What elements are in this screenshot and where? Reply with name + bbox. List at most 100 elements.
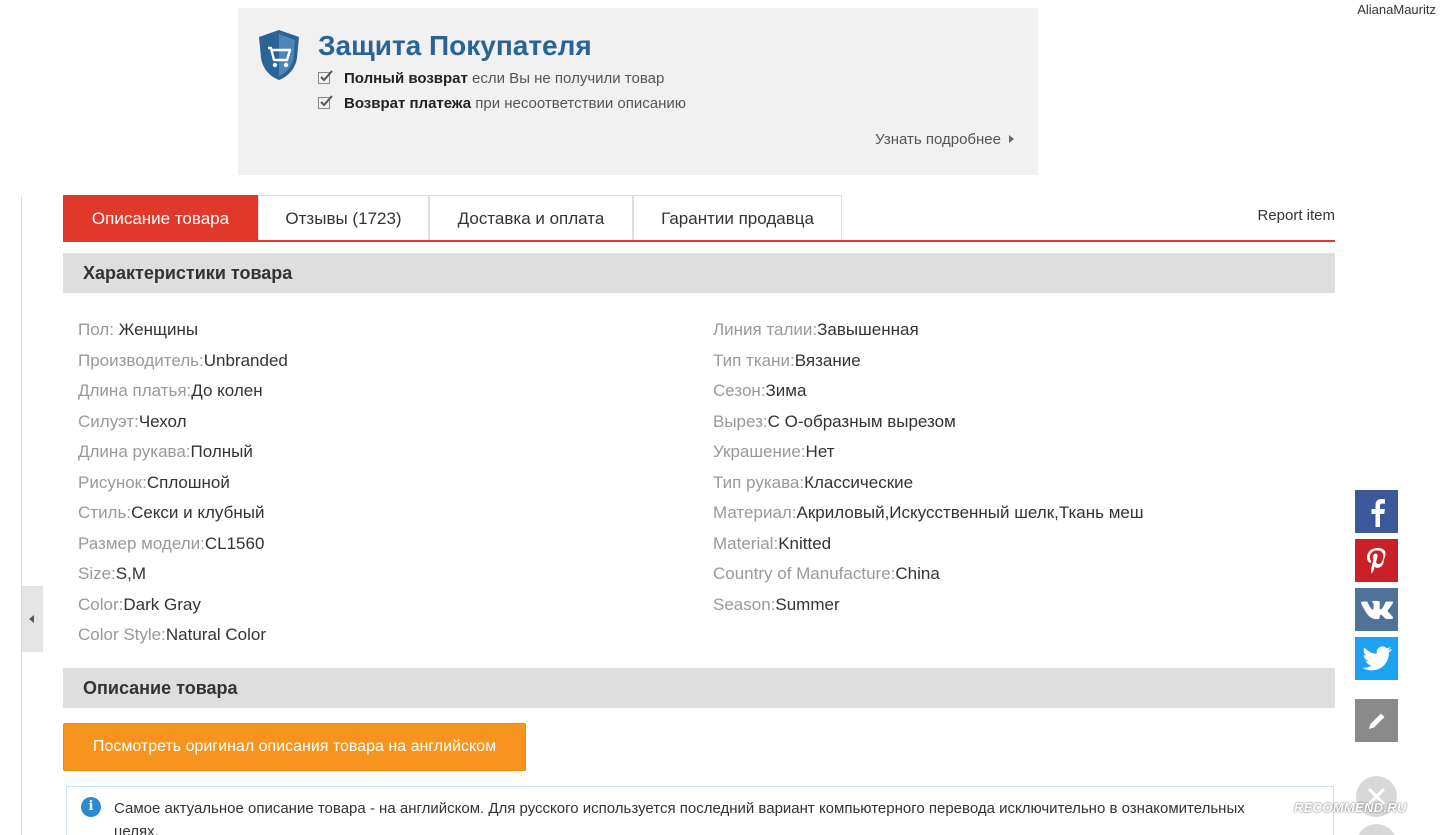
spec-value: Knitted: [778, 533, 832, 553]
info-icon: i: [81, 797, 101, 817]
spec-row: Тип рукава:Классические: [713, 471, 1144, 502]
learn-more-label: Узнать подробнее: [875, 131, 1001, 148]
watermark-text: RECOMMEND.RU: [1294, 800, 1407, 815]
spec-value: Natural Color: [165, 625, 267, 644]
spec-value: Зима: [765, 381, 807, 400]
learn-more-link[interactable]: Узнать подробнее: [875, 131, 1014, 148]
spec-row: Тип ткани:Вязание: [713, 349, 1144, 380]
spec-value: Summer: [775, 594, 840, 614]
spec-value: China: [895, 564, 940, 583]
spec-key: Вырез:: [713, 411, 768, 431]
arrow-right-icon: [1009, 135, 1014, 143]
spec-row: Длина рукава:Полный: [78, 440, 288, 471]
spec-value: Нет: [805, 442, 835, 461]
shield-cart-icon: [259, 30, 299, 80]
protection-line-refund-text: если Вы не получили товар: [467, 70, 665, 87]
spec-row: Сезон:Зима: [713, 379, 1144, 410]
spec-key: Размер модели:: [78, 533, 205, 553]
tab-reviews[interactable]: Отзывы (1723): [258, 195, 429, 240]
spec-key: Пол:: [78, 320, 119, 339]
protection-line-refund-bold: Полный возврат: [344, 70, 468, 87]
protection-line-chargeback-text: при несоответствии описанию: [471, 95, 686, 112]
spec-row: Вырез:С О-образным вырезом: [713, 410, 1144, 441]
spec-key: Country of Manufacture:: [713, 564, 896, 583]
facebook-share-button[interactable]: [1355, 490, 1398, 533]
spec-value: Акриловый,Искусственный шелк,Ткань меш: [796, 503, 1144, 522]
spec-key: Стиль:: [78, 503, 132, 522]
specs-left-column: Пол: Женщины Производитель:Unbranded Дли…: [78, 318, 288, 654]
vk-share-button[interactable]: [1355, 588, 1398, 631]
spec-row: Линия талии:Завышенная: [713, 318, 1144, 349]
protection-line-refund: Полный возврат если Вы не получили товар: [318, 70, 664, 87]
protection-line-chargeback-bold: Возврат платежа: [344, 95, 472, 112]
spec-value: Полный: [190, 442, 253, 461]
spec-row: Season:Summer: [713, 593, 1144, 624]
tab-seller-guarantees[interactable]: Гарантии продавца: [633, 195, 842, 240]
left-panel-edge: [0, 195, 22, 835]
spec-value: Завышенная: [817, 320, 919, 339]
tab-description[interactable]: Описание товара: [63, 195, 258, 240]
translation-notice: i Самое актуальное описание товара - на …: [66, 786, 1334, 835]
spec-value: До колен: [191, 381, 263, 400]
spec-key: Сезон:: [713, 381, 766, 400]
collapse-panel-button[interactable]: [22, 586, 43, 652]
spec-key: Color Style:: [78, 625, 166, 644]
spec-row: Пол: Женщины: [78, 318, 288, 349]
spec-value: Чехол: [138, 411, 187, 431]
spec-key: Material:: [713, 533, 779, 553]
checkbox-checked-icon: [318, 70, 333, 84]
spec-key: Длина рукава:: [78, 442, 191, 461]
spec-key: Длина платья:: [78, 381, 192, 400]
twitter-share-button[interactable]: [1355, 637, 1398, 680]
protection-line-chargeback: Возврат платежа при несоответствии описа…: [318, 95, 686, 112]
twitter-icon: [1362, 645, 1392, 670]
pinterest-icon: [1366, 547, 1386, 573]
spec-row: Длина платья:До колен: [78, 379, 288, 410]
spec-row: Силуэт:Чехол: [78, 410, 288, 441]
spec-key: Size:: [78, 564, 116, 583]
tab-shipping-payment[interactable]: Доставка и оплата: [429, 195, 633, 240]
spec-value: Классические: [804, 472, 914, 492]
spec-row: Стиль:Секси и клубный: [78, 501, 288, 532]
specs-heading: Характеристики товара: [63, 253, 1335, 293]
specs-right-column: Линия талии:Завышенная Тип ткани:Вязание…: [713, 318, 1144, 623]
spec-value: Dark Gray: [123, 594, 201, 614]
spec-row: Country of Manufacture:China: [713, 562, 1144, 593]
spec-key: Материал:: [713, 503, 797, 522]
spec-key: Линия талии:: [713, 320, 818, 339]
spec-row: Color:Dark Gray: [78, 593, 288, 624]
checkbox-checked-icon: [318, 95, 333, 109]
spec-key: Рисунок:: [78, 472, 147, 492]
view-original-description-button[interactable]: Посмотреть оригинал описания товара на а…: [63, 723, 526, 771]
spec-value: Unbranded: [203, 350, 288, 370]
protection-title: Защита Покупателя: [318, 30, 592, 61]
spec-value: CL1560: [204, 533, 265, 553]
report-item-link[interactable]: Report item: [1257, 207, 1335, 224]
spec-value: Секси и клубный: [131, 503, 265, 522]
facebook-icon: [1371, 498, 1385, 527]
spec-key: Тип рукава:: [713, 472, 805, 492]
spec-key: Тип ткани:: [713, 350, 795, 370]
spec-value: С О-образным вырезом: [767, 411, 956, 431]
username[interactable]: AlianaMauritz: [1357, 2, 1436, 17]
spec-row: Производитель:Unbranded: [78, 349, 288, 380]
spec-row: Material:Knitted: [713, 532, 1144, 563]
spec-key: Производитель:: [78, 350, 204, 370]
spec-key: Color:: [78, 594, 124, 614]
round-button[interactable]: [1356, 824, 1397, 835]
spec-row: Материал:Акриловый,Искусственный шелк,Тк…: [713, 501, 1144, 532]
spec-row: Рисунок:Сплошной: [78, 471, 288, 502]
spec-value: Женщины: [118, 320, 199, 339]
translation-notice-text: Самое актуальное описание товара - на ан…: [114, 800, 1245, 835]
spec-row: Size:S,M: [78, 562, 288, 593]
buyer-protection-panel: Защита Покупателя Полный возврат если Вы…: [238, 8, 1038, 175]
spec-value: S,M: [115, 564, 147, 583]
pinterest-share-button[interactable]: [1355, 539, 1398, 582]
spec-row: Color Style:Natural Color: [78, 623, 288, 654]
spec-value: Вязание: [794, 350, 861, 370]
spec-row: Размер модели:CL1560: [78, 532, 288, 563]
vk-icon: [1360, 600, 1393, 619]
pencil-icon: [1368, 713, 1384, 729]
edit-button[interactable]: [1355, 699, 1398, 742]
spec-row: Украшение:Нет: [713, 440, 1144, 471]
